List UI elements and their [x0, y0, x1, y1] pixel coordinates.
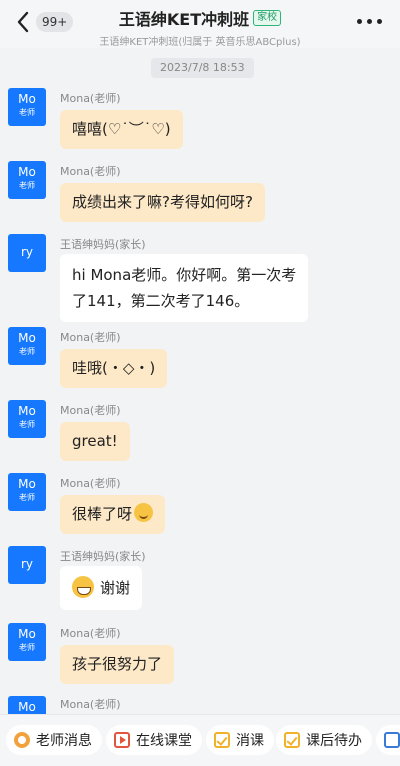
todo-button[interactable]: 课后待办: [276, 725, 372, 755]
document-icon: [384, 732, 400, 748]
sender-name: Mona(老师): [60, 477, 121, 490]
chat-title: 王语绅KET冲刺班: [118, 10, 250, 29]
video-icon: [114, 732, 130, 748]
message-line: hi Mona老师。你好啊。第一次考: [72, 266, 297, 284]
unread-count-badge[interactable]: 99+: [36, 12, 74, 32]
teacher-message-button[interactable]: 老师消息: [6, 725, 102, 755]
sender-name: Mona(老师): [60, 698, 121, 711]
message-timestamp: 2023/7/8 18:53: [151, 58, 254, 78]
sender-name: Mona(老师): [60, 331, 121, 344]
chat-subtitle: 王语绅KET冲刺班(归属于 英音乐思ABCplus): [99, 37, 301, 48]
message-bubble[interactable]: great!: [60, 422, 130, 461]
message-text: 很棒了呀: [72, 505, 133, 523]
avatar[interactable]: Mo 老师: [8, 88, 46, 126]
online-class-button[interactable]: 在线课堂: [106, 725, 202, 755]
message-bubble[interactable]: 谢谢: [60, 566, 143, 610]
sender-name: Mona(老师): [60, 92, 121, 105]
message-line: 了141，第二次考了146。: [72, 292, 250, 310]
attendance-button[interactable]: 消课: [206, 725, 274, 755]
message-bubble[interactable]: hi Mona老师。你好啊。第一次考 了141，第二次考了146。: [60, 254, 309, 322]
chat-header: 99+ 王语绅KET冲刺班 家校 王语绅KET冲刺班(归属于 英音乐思ABCpl…: [0, 0, 400, 48]
chat-title-area: 王语绅KET冲刺班 家校 王语绅KET冲刺班(归属于 英音乐思ABCplus): [80, 6, 320, 48]
checkbox-icon: [284, 732, 300, 748]
sender-name: Mona(老师): [60, 165, 121, 178]
sender-name: Mona(老师): [60, 404, 121, 417]
avatar[interactable]: Mo 老师: [8, 327, 46, 365]
avatar[interactable]: Mo 老师: [8, 400, 46, 438]
avatar[interactable]: Mo 老师: [8, 161, 46, 199]
avatar[interactable]: Mo 老师: [8, 623, 46, 661]
quick-action-bar: 老师消息 在线课堂 消课 课后待办: [0, 714, 400, 766]
sender-name: Mona(老师): [60, 627, 121, 640]
more-options-icon[interactable]: [357, 19, 382, 24]
avatar[interactable]: ry: [8, 546, 46, 584]
sender-name: 王语绅妈妈(家长): [60, 238, 146, 251]
message-text: 谢谢: [100, 579, 131, 597]
message-icon: [14, 732, 30, 748]
avatar[interactable]: ry: [8, 234, 46, 272]
grin-emoji-icon: [72, 576, 94, 598]
smirk-emoji-icon: [134, 503, 154, 522]
more-tools-button[interactable]: [376, 725, 400, 755]
back-arrow-icon[interactable]: [10, 8, 38, 36]
checkbox-icon: [214, 732, 230, 748]
message-bubble[interactable]: 哇哦(・◇・): [60, 349, 168, 388]
message-bubble[interactable]: 孩子很努力了: [60, 645, 175, 684]
message-bubble[interactable]: 成绩出来了嘛?考得如何呀?: [60, 183, 265, 222]
home-school-badge: 家校: [253, 10, 282, 26]
avatar[interactable]: Mo 老师: [8, 473, 46, 511]
message-bubble[interactable]: 很棒了呀: [60, 495, 166, 534]
sender-name: 王语绅妈妈(家长): [60, 550, 146, 563]
message-bubble[interactable]: 嘻嘻(♡˙︶˙♡): [60, 110, 183, 149]
